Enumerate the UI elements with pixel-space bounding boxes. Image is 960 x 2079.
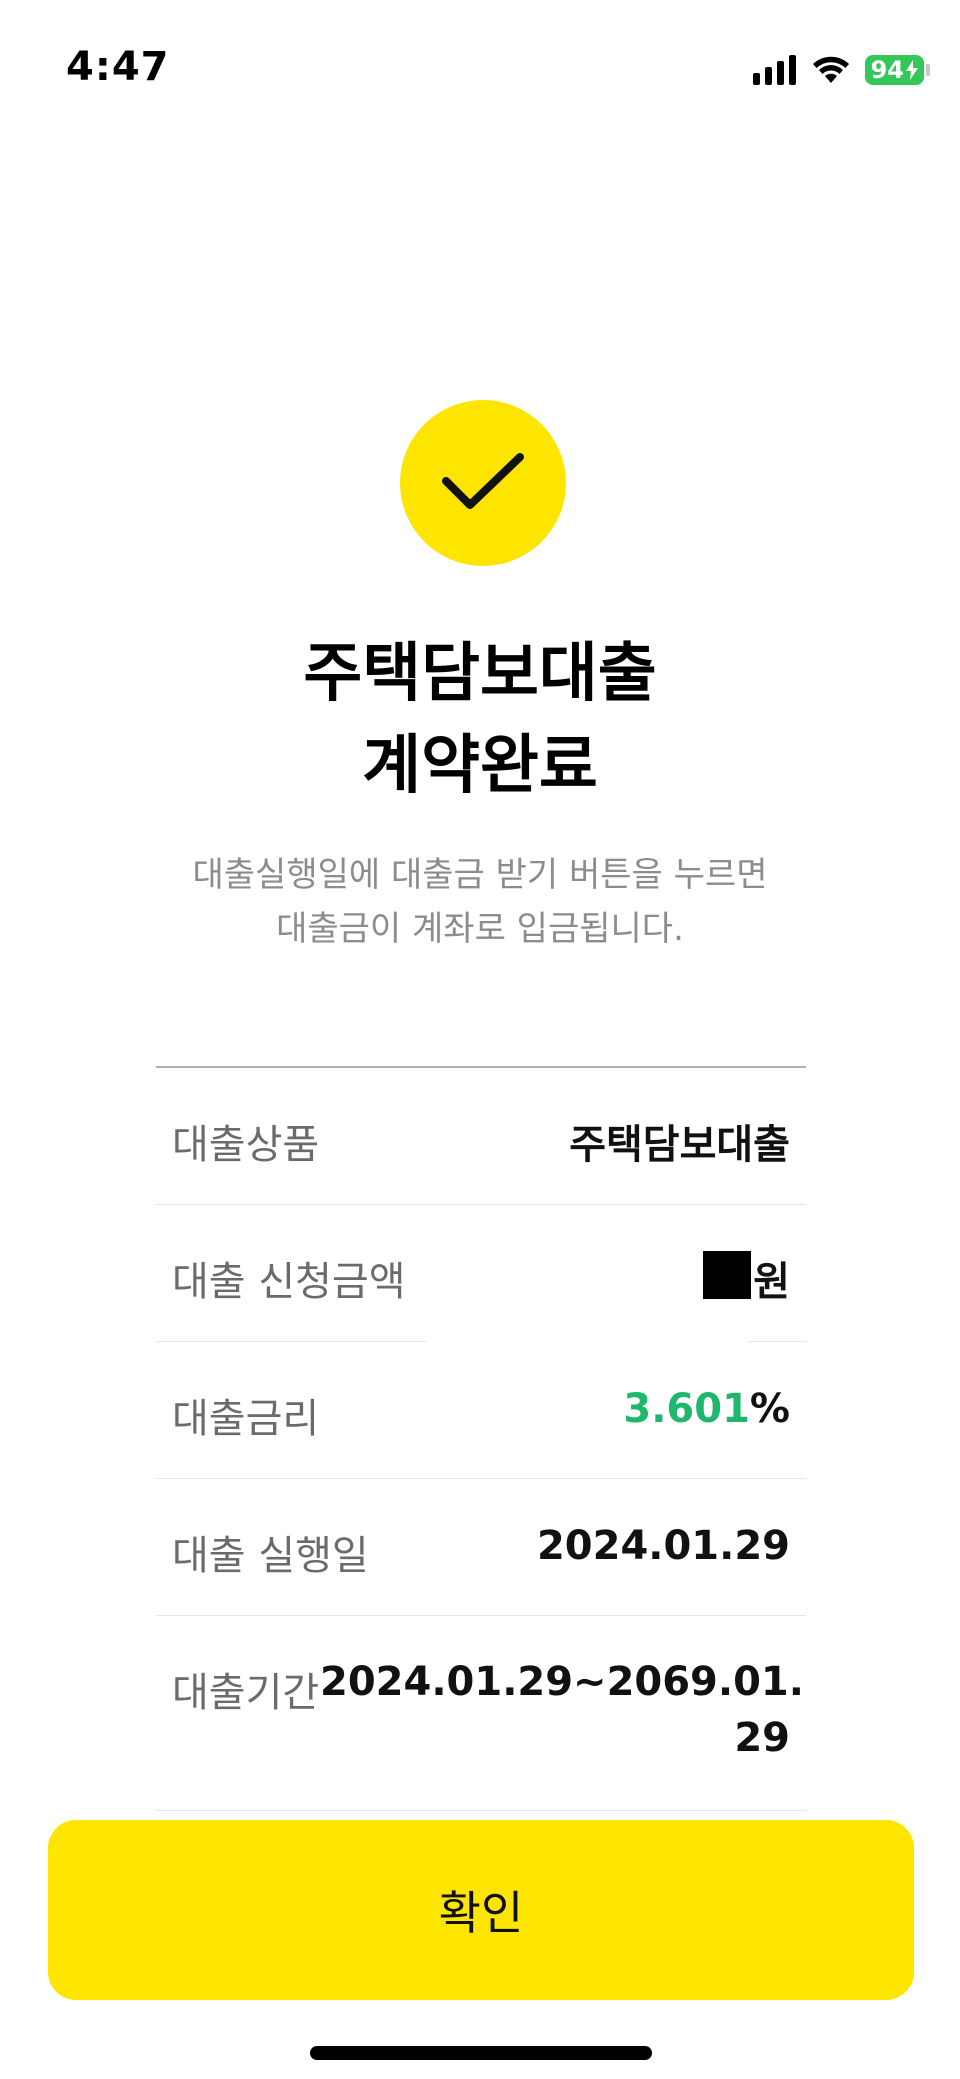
rate-value: 3.601% — [623, 1386, 790, 1432]
wifi-icon — [812, 56, 849, 83]
execution-date-label: 대출 실행일 — [172, 1533, 369, 1579]
page-title: 주택담보대출 계약완료 — [0, 628, 960, 812]
signal-icon — [752, 55, 796, 85]
charging-bolt-icon — [906, 60, 918, 80]
product-label: 대출상품 — [172, 1122, 320, 1168]
description-line-1: 대출실행일에 대출금 받기 버튼을 누르면 — [192, 855, 768, 895]
success-check-badge — [400, 400, 566, 566]
period-label: 대출기간 — [172, 1670, 320, 1716]
status-bar: 4:47 94 — [0, 0, 960, 140]
battery-icon: 94 — [864, 55, 930, 85]
detail-row-period: 대출기간 2024.01.29~2069.01. 29 — [156, 1616, 806, 1811]
period-value: 2024.01.29~2069.01. 29 — [320, 1654, 804, 1766]
battery-tip — [926, 64, 930, 76]
description-line-2: 대출금이 계좌로 입금됩니다. — [276, 909, 684, 949]
title-line-2: 계약완료 — [362, 729, 598, 803]
period-value-line-2: 29 — [734, 1715, 790, 1761]
detail-row-rate: 대출금리 3.601% — [156, 1342, 806, 1479]
detail-row-execution-date: 대출 실행일 2024.01.29 — [156, 1479, 806, 1616]
rate-number: 3.601 — [623, 1386, 750, 1432]
amount-label: 대출 신청금액 — [172, 1259, 406, 1305]
detail-row-product: 대출상품 주택담보대출 — [156, 1068, 806, 1205]
title-line-1: 주택담보대출 — [303, 637, 657, 711]
page-description: 대출실행일에 대출금 받기 버튼을 누르면 대출금이 계좌로 입금됩니다. — [0, 848, 960, 956]
amount-currency: 원 — [753, 1259, 790, 1305]
status-icons: 94 — [752, 52, 930, 88]
battery-level: 94 — [870, 56, 904, 84]
execution-date-value: 2024.01.29 — [536, 1523, 790, 1569]
rate-unit: % — [749, 1386, 790, 1432]
rate-label: 대출금리 — [172, 1396, 320, 1442]
period-value-line-1: 2024.01.29~2069.01. — [320, 1659, 804, 1705]
loan-details-table: 대출상품 주택담보대출 대출 신청금액 원 대출금리 3.601% 대출 실행일… — [156, 1066, 806, 1811]
product-value: 주택담보대출 — [569, 1122, 790, 1168]
home-indicator — [310, 2046, 652, 2060]
check-icon — [442, 453, 524, 509]
amount-value: 원 — [703, 1249, 790, 1307]
status-time: 4:47 — [66, 44, 170, 90]
confirm-button[interactable]: 확인 — [48, 1820, 914, 2000]
detail-row-amount: 대출 신청금액 원 — [156, 1205, 806, 1343]
redacted-amount — [703, 1251, 752, 1299]
battery-body: 94 — [864, 55, 924, 85]
